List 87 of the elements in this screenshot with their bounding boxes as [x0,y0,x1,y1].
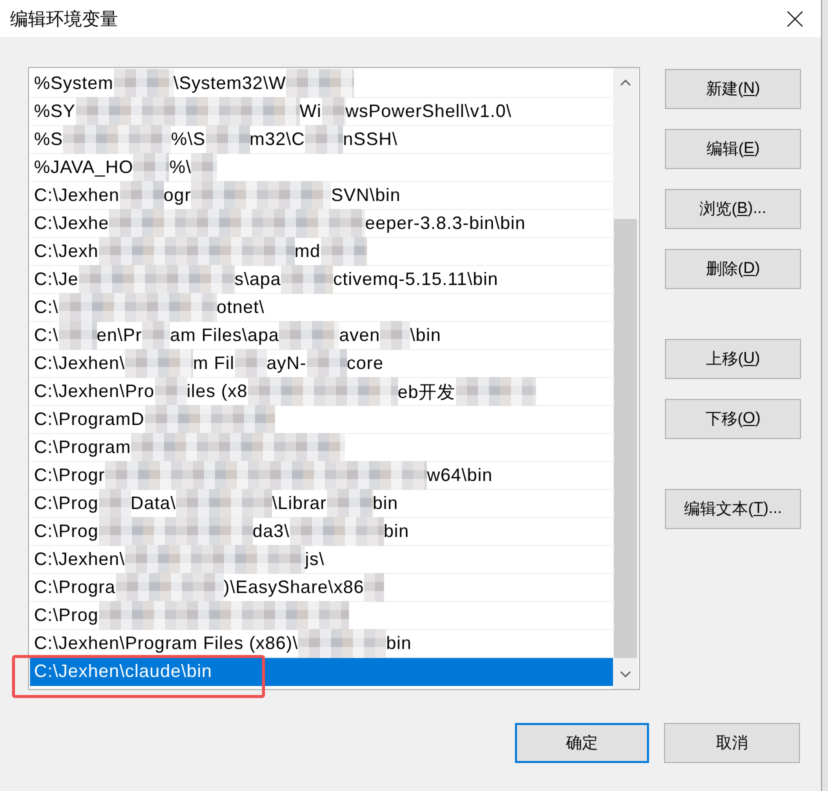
path-item[interactable]: C:\Program [30,434,613,462]
path-text: ogr [164,185,192,206]
path-text: am Files\apa [170,325,280,346]
path-item[interactable]: C:\Jexhen\ js\ [30,546,613,574]
path-text: s\apa [234,269,282,290]
path-text: %JAVA_HO [34,157,134,178]
window-title: 编辑环境变量 [10,8,118,30]
close-icon [787,10,803,26]
path-item[interactable]: C:\Prog [30,602,613,630]
path-text: C:\Jexhen\claude\bin [34,661,212,682]
path-text: C:\Prog [34,493,99,514]
browse-button[interactable]: 浏览(B)... [665,189,801,229]
path-text: nSSH\ [343,129,398,150]
new-button[interactable]: 新建(N) [665,69,801,109]
path-item[interactable]: %S %\S m32\C nSSH\ [30,126,613,154]
mosaic-redaction [364,573,384,602]
path-text: C:\Jexhen [34,185,120,206]
path-item[interactable]: C:\Jexhen\Pro iles (x8 eb开发 [30,378,613,406]
path-text: C:\Jexh [34,241,99,262]
path-text: eeper-3.8.3-bin\bin [365,213,526,234]
path-text: eb开发 [398,380,456,404]
path-item[interactable]: C:\Jexhen ogr SVN\bin [30,182,613,210]
path-text: C:\Jexhen\Program Files (x86)\ [34,633,298,654]
path-text: w64\bin [427,465,493,486]
path-text: C:\ [34,325,59,346]
edit-button[interactable]: 编辑(E) [665,129,801,169]
path-text: otnet\ [216,297,265,318]
path-text: %SY [34,101,76,122]
path-text: bin [372,493,398,514]
path-text: C:\Je [34,269,79,290]
path-text: C:\Progr [34,465,106,486]
path-text: ayN- [266,353,307,374]
path-text: C:\ [34,297,59,318]
path-text: wsPowerShell\v1.0\ [346,101,512,122]
path-text: md [294,241,321,262]
cancel-button[interactable]: 取消 [664,723,800,763]
path-text: m Fil [193,353,235,374]
path-item[interactable]: C:\Prog da3\ bin [30,518,613,546]
path-item[interactable]: C:\ en\Pr am Files\apa aven \bin [30,322,613,350]
path-text: m32\C [250,129,306,150]
path-text: C:\ProgramD [34,409,145,430]
delete-button[interactable]: 删除(D) [665,249,801,289]
path-text: Wi [300,101,322,122]
path-item[interactable]: %SY Wi wsPowerShell\v1.0\ [30,98,613,126]
path-text: %System [34,73,114,94]
path-text: C:\Prog [34,605,99,626]
chevron-up-icon [620,79,631,86]
move-up-button[interactable]: 上移(U) [665,339,801,379]
path-text: Data\ [130,493,176,514]
path-item[interactable]: C:\ otnet\ [30,294,613,322]
edit-text-button[interactable]: 编辑文本(T)... [665,489,801,529]
path-text: C:\Jexhen\ [34,549,126,570]
path-text: %\S [171,129,206,150]
path-text: bin [386,633,412,654]
path-text: C:\Prog [34,521,99,542]
path-text: C:\Jexhen\Pro [34,381,155,402]
path-text: aven [339,325,380,346]
path-text: \Librar [272,493,327,514]
path-text: C:\Progra [34,577,116,598]
mosaic-redaction [380,321,410,350]
path-text: )\EasyShare\x86 [224,577,364,598]
path-text: C:\Jexhe [34,213,110,234]
path-text: core [346,353,384,374]
path-item[interactable]: C:\Jexh md [30,238,613,266]
path-text: \System32\W [174,73,286,94]
path-text: C:\Program [34,437,132,458]
path-item[interactable]: C:\Prog Data\ \Librar bin [30,490,613,518]
path-item[interactable]: C:\Je s\apa ctivemq-5.15.11\bin [30,266,613,294]
path-text: \bin [410,325,442,346]
path-item[interactable]: C:\Progr w64\bin [30,462,613,490]
path-text: da3\ [252,521,290,542]
ok-button[interactable]: 确定 [515,723,649,763]
path-text: SVN\bin [331,185,401,206]
path-item[interactable]: C:\Jexhe eeper-3.8.3-bin\bin [30,210,613,238]
scrollbar-thumb[interactable] [614,219,637,658]
path-text: C:\Jexhen\ [34,353,126,374]
path-text: ctivemq-5.15.11\bin [333,269,498,290]
chevron-down-icon [620,671,631,678]
path-text: en\Pr [96,325,142,346]
path-text: %S [34,129,64,150]
path-item[interactable]: C:\ProgramD [30,406,613,434]
path-text: bin [384,521,410,542]
path-text: js\ [305,549,325,570]
path-item[interactable]: C:\Jexhen\claude\bin [30,658,613,686]
path-text: iles (x8 [186,381,248,402]
path-text: %\ [169,157,192,178]
move-down-button[interactable]: 下移(O) [665,399,801,439]
